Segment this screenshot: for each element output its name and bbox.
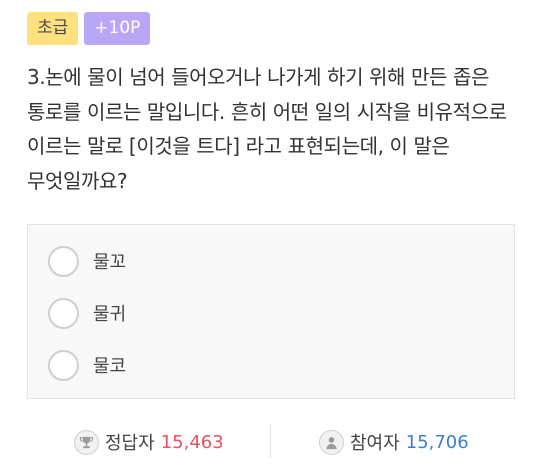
answer-option-label: 물귀 — [93, 304, 127, 325]
answer-option-2[interactable]: 물귀 — [48, 296, 126, 330]
level-badge: 초급 — [27, 12, 79, 45]
answer-option-1[interactable]: 물꼬 — [48, 244, 126, 278]
quiz-stats: 정답자 15,463 참여자 15,706 — [0, 422, 540, 462]
quiz-card: 초급 +10P 3.논에 물이 넘어 들어오거나 나가게 하기 위해 만든 좁은… — [0, 0, 540, 473]
person-icon — [319, 429, 344, 455]
participant-count: 참여자 15,706 — [319, 422, 469, 462]
correct-count: 정답자 15,463 — [74, 422, 224, 462]
answer-option-3[interactable]: 물코 — [48, 348, 126, 382]
radio-icon[interactable] — [48, 245, 79, 277]
stats-divider — [270, 424, 271, 458]
radio-icon[interactable] — [48, 297, 79, 329]
question-text: 3.논에 물이 넘어 들어오거나 나가게 하기 위해 만든 좁은 통로를 이르는… — [27, 65, 507, 193]
badge-row: 초급 +10P — [27, 12, 151, 45]
answer-option-label: 물코 — [93, 356, 127, 377]
participants-label: 참여자 — [350, 433, 400, 454]
trophy-icon — [74, 429, 99, 455]
points-badge: +10P — [84, 12, 151, 45]
correct-label: 정답자 — [105, 433, 155, 454]
answer-options: 물꼬물귀물코 — [27, 224, 515, 399]
radio-icon[interactable] — [48, 349, 79, 381]
correct-value: 15,463 — [160, 431, 224, 453]
answer-option-label: 물꼬 — [93, 252, 127, 273]
participants-value: 15,706 — [405, 431, 469, 453]
